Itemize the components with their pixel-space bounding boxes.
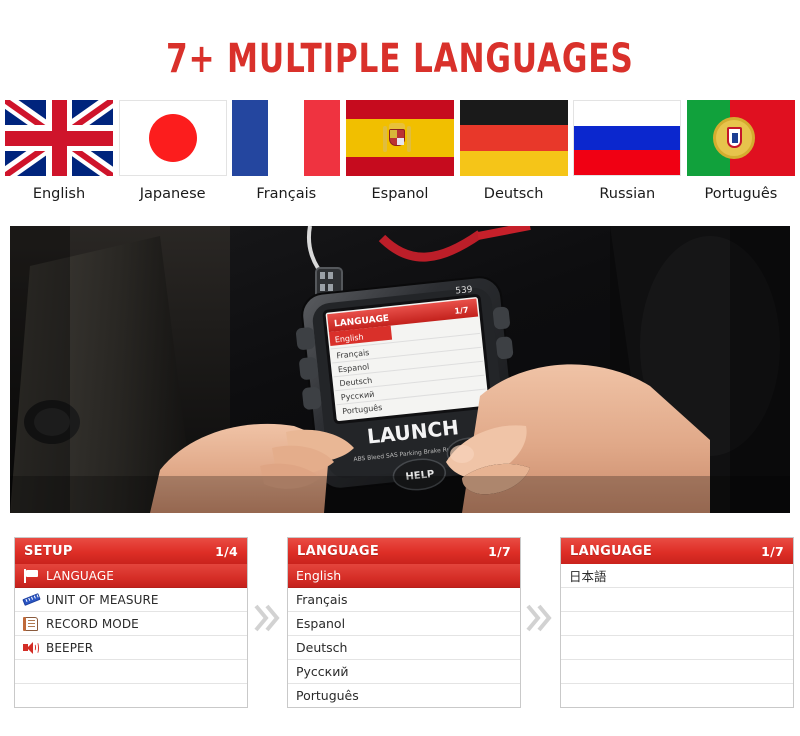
flag-item-english: English xyxy=(4,100,114,202)
language-screen-latin-title: LANGUAGE xyxy=(297,543,380,559)
flag-uk-icon xyxy=(5,100,113,176)
language-screen-japanese-title: LANGUAGE xyxy=(570,543,653,559)
flag-item-espanol: Espanol xyxy=(345,100,455,202)
language-option-deutsch[interactable]: Deutsch xyxy=(288,636,520,660)
menu-item-empty xyxy=(15,660,247,684)
flag-label-deutsch: Deutsch xyxy=(483,186,544,202)
language-option-empty xyxy=(561,684,793,707)
setup-screen-page-count: 1/4 xyxy=(215,543,238,559)
language-option-francais[interactable]: Français xyxy=(288,588,520,612)
language-option-espanol-label: Espanol xyxy=(296,616,346,631)
flag-germany-icon xyxy=(459,100,568,176)
language-screen-latin-page-count: 1/7 xyxy=(488,543,511,559)
menu-item-record-mode[interactable]: RECORD MODE xyxy=(15,612,247,636)
flag-spain-icon xyxy=(345,100,454,176)
language-option-deutsch-label: Deutsch xyxy=(296,640,348,655)
flag-item-japanese: Japanese xyxy=(118,100,228,202)
language-screen-japanese-page-count: 1/7 xyxy=(761,543,784,559)
page-title: 7+ MULTIPLE LANGUAGES xyxy=(166,36,634,82)
menu-item-unit-of-measure-label: UNIT OF MEASURE xyxy=(46,592,159,607)
menu-item-language[interactable]: LANGUAGE xyxy=(15,564,247,588)
setup-screen-title: SETUP xyxy=(24,543,73,559)
flag-label-japanese: Japanese xyxy=(139,186,206,202)
menu-item-beeper[interactable]: BEEPER xyxy=(15,636,247,660)
flag-item-francais: Français xyxy=(231,100,341,202)
language-option-espanol[interactable]: Espanol xyxy=(288,612,520,636)
setup-screen-header: SETUP 1/4 xyxy=(15,538,247,564)
language-screen-japanese-header: LANGUAGE 1/7 xyxy=(561,538,793,564)
flag-portugal-icon xyxy=(686,100,795,176)
language-option-empty xyxy=(561,588,793,612)
flag-label-english: English xyxy=(32,186,86,202)
flag-strip: English Japanese Français Espanol Deutsc… xyxy=(0,100,800,202)
flag-france-icon xyxy=(232,100,341,176)
language-screen-latin: LANGUAGE 1/7 English Français Espanol De… xyxy=(287,537,521,708)
flag-label-russian: Russian xyxy=(599,186,656,202)
svg-text:1/7: 1/7 xyxy=(454,305,469,315)
product-photo-illustration: LANGUAGE 1/7 English Français Espanol De… xyxy=(10,226,790,513)
ruler-icon xyxy=(22,592,41,607)
flag-item-russian: Russian xyxy=(572,100,682,202)
language-option-russian[interactable]: Русский xyxy=(288,660,520,684)
menu-screens: SETUP 1/4 LANGUAGE UNIT OF MEASURE RECOR… xyxy=(0,537,800,712)
language-option-empty xyxy=(561,636,793,660)
flag-label-portugues: Português xyxy=(704,186,778,202)
setup-screen: SETUP 1/4 LANGUAGE UNIT OF MEASURE RECOR… xyxy=(14,537,248,708)
svg-text:539: 539 xyxy=(455,285,473,297)
language-option-english[interactable]: English xyxy=(288,564,520,588)
language-option-english-label: English xyxy=(296,568,342,583)
language-screen-japanese: LANGUAGE 1/7 日本語 xyxy=(560,537,794,708)
language-option-portugues-label: Português xyxy=(296,688,359,703)
flag-japan-icon xyxy=(118,100,227,176)
flag-label-espanol: Espanol xyxy=(371,186,429,202)
flag-icon xyxy=(23,568,40,583)
language-screen-latin-header: LANGUAGE 1/7 xyxy=(288,538,520,564)
flag-label-francais: Français xyxy=(256,186,317,202)
language-option-empty xyxy=(561,612,793,636)
menu-item-unit-of-measure[interactable]: UNIT OF MEASURE xyxy=(15,588,247,612)
double-chevron-right-icon xyxy=(252,598,282,638)
flag-item-portugues: Português xyxy=(686,100,796,202)
notebook-icon xyxy=(23,616,40,631)
page-title-container: 7+ MULTIPLE LANGUAGES xyxy=(0,36,800,82)
menu-item-beeper-label: BEEPER xyxy=(46,640,94,655)
product-photo: LANGUAGE 1/7 English Français Espanol De… xyxy=(10,226,790,513)
language-feature-page: 7+ MULTIPLE LANGUAGES English Japanese F… xyxy=(0,0,800,736)
speaker-icon xyxy=(23,641,40,655)
menu-item-language-label: LANGUAGE xyxy=(46,568,114,583)
flag-russia-icon xyxy=(573,100,682,176)
language-option-russian-label: Русский xyxy=(296,664,349,679)
double-chevron-right-icon xyxy=(524,598,554,638)
flag-item-deutsch: Deutsch xyxy=(459,100,569,202)
menu-item-record-mode-label: RECORD MODE xyxy=(46,616,139,631)
language-screen-latin-rows: English Français Espanol Deutsch Русский… xyxy=(288,564,520,707)
language-option-japanese-label: 日本語 xyxy=(569,569,607,584)
menu-item-empty xyxy=(15,684,247,707)
language-option-francais-label: Français xyxy=(296,592,348,607)
language-option-japanese[interactable]: 日本語 xyxy=(561,564,793,588)
language-screen-japanese-rows: 日本語 xyxy=(561,564,793,707)
language-option-empty xyxy=(561,660,793,684)
language-option-portugues[interactable]: Português xyxy=(288,684,520,707)
setup-screen-rows: LANGUAGE UNIT OF MEASURE RECORD MODE BEE… xyxy=(15,564,247,707)
